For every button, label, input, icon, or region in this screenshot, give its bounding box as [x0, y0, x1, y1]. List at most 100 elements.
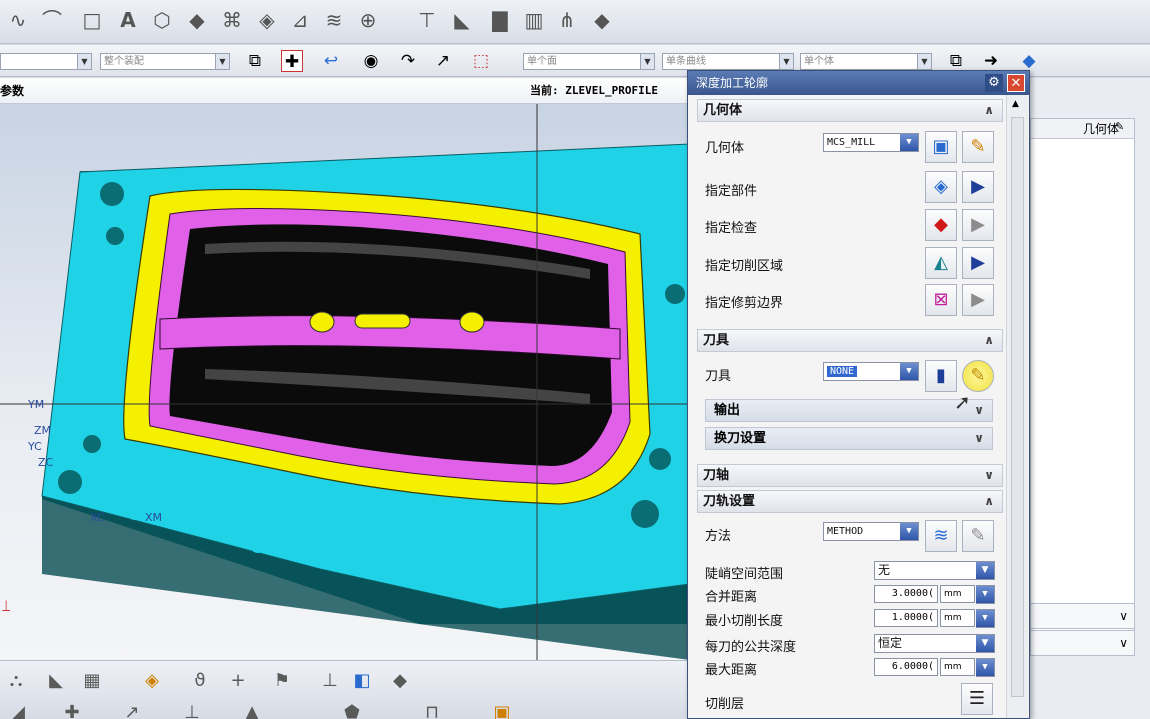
merge-distance-dropdown[interactable]: ▼ — [976, 585, 995, 604]
settings-gear-icon[interactable]: ⚙ — [985, 74, 1003, 92]
navigator-panel-expand[interactable]: ∨ — [1030, 603, 1135, 629]
cutter-icon[interactable]: ◣ — [44, 669, 68, 693]
geometry-section-header[interactable]: 几何体 ∧ — [697, 99, 1003, 122]
common-depth-select[interactable]: 恒定 ▼ — [874, 634, 995, 653]
merge-distance-unit[interactable]: mm — [940, 585, 975, 603]
cursor-icon[interactable]: ↗ — [120, 701, 144, 719]
tag-icon[interactable]: ◣ — [450, 8, 474, 32]
tool-axis-section-header[interactable]: 刀轴 ∨ — [697, 464, 1003, 487]
cut-levels-icon[interactable]: ☰ — [961, 683, 993, 715]
post-icon[interactable]: ⊥ — [318, 669, 342, 693]
tool-section-header[interactable]: 刀具 ∧ — [697, 329, 1003, 352]
move-icon[interactable]: ◈ — [255, 8, 279, 32]
spline-icon[interactable]: ∿ — [6, 8, 30, 32]
edit-wrench-icon[interactable]: ✎ — [962, 131, 994, 163]
undo-icon[interactable]: ↩ — [320, 50, 342, 72]
link-icon[interactable]: ϑ — [188, 669, 212, 693]
new-tool-icon[interactable]: ▮ — [925, 360, 957, 392]
snap-icon[interactable]: ⧉ — [244, 50, 266, 72]
collapse-chevron-icon-2[interactable]: ∧ — [984, 330, 994, 351]
arc-icon[interactable]: ⌒ — [40, 8, 64, 32]
pin-icon[interactable]: ▲ — [240, 701, 264, 719]
curve-rule-combo[interactable]: 单条曲线 ▼ — [662, 53, 794, 70]
select-filter-icon[interactable]: ⧉ — [945, 50, 967, 72]
move-tool-icon[interactable]: ◢ — [6, 701, 30, 719]
operation-icon[interactable]: ⛬ — [4, 669, 28, 693]
lathe-icon[interactable]: ⊕ — [356, 8, 380, 32]
sketch-icon[interactable]: ◆ — [185, 8, 209, 32]
min-cut-length-dropdown[interactable]: ▼ — [976, 609, 995, 628]
face-rule-combo[interactable]: 单个面 ▼ — [523, 53, 655, 70]
part-geometry-icon[interactable]: ◈ — [925, 171, 957, 203]
graph-icon[interactable]: ⋔ — [555, 8, 579, 32]
close-icon[interactable]: ✕ — [1007, 74, 1025, 92]
tool-select[interactable]: NONE ▼ — [823, 362, 919, 381]
new-geometry-icon[interactable]: ▣ — [925, 131, 957, 163]
measure-icon[interactable]: ⊤ — [415, 8, 439, 32]
output-subsection[interactable]: 输出 ∨ — [705, 399, 993, 422]
merge-distance-input[interactable]: 3.0000( — [874, 585, 938, 603]
tool-icon[interactable]: ⊓ — [420, 701, 444, 719]
geometry-select[interactable]: MCS_MILL ▼ — [823, 133, 919, 152]
verify-icon[interactable]: ◈ — [140, 669, 164, 693]
max-distance-input[interactable]: 6.0000( — [874, 658, 938, 676]
shade-icon[interactable]: ◆ — [590, 8, 614, 32]
new-method-icon[interactable]: ≋ — [925, 520, 957, 552]
extend-icon[interactable]: ≋ — [322, 8, 346, 32]
region-icon[interactable]: ⬡ — [150, 8, 174, 32]
expand-chevron-icon-2[interactable]: ∨ — [974, 428, 984, 449]
block-icon[interactable]: ▇ — [488, 8, 512, 32]
filter-combo[interactable]: ▼ — [0, 53, 92, 70]
arrow-right-icon[interactable]: ➜ — [980, 50, 1002, 72]
pattern-icon[interactable]: ⌘ — [220, 8, 244, 32]
report-icon[interactable]: ◆ — [388, 669, 412, 693]
body-rule-combo[interactable]: 单个体 ▼ — [800, 53, 932, 70]
dialog-scrollbar[interactable]: ▲ — [1006, 95, 1028, 718]
flashlight-disabled-icon-2[interactable]: ▶ — [962, 284, 994, 316]
check-geometry-icon[interactable]: ◆ — [925, 209, 957, 241]
collapse-chevron-icon[interactable]: ∧ — [984, 100, 994, 121]
graphics-viewport[interactable]: YM ZM YC ZC XC XM ⟘ — [0, 104, 700, 660]
machine-icon[interactable]: ▦ — [80, 669, 104, 693]
edge-rule-icon[interactable]: ↗ — [432, 50, 454, 72]
cut-area-icon[interactable]: ◭ — [925, 247, 957, 279]
text-icon[interactable]: A — [116, 8, 140, 32]
box-icon[interactable]: ▣ — [490, 701, 514, 719]
pin-small-icon[interactable]: ✎ — [1115, 120, 1124, 133]
expand-chevron-icon-3[interactable]: ∨ — [984, 465, 994, 486]
point-snap-icon[interactable]: ✚ — [281, 50, 303, 72]
window-select-icon[interactable]: ⬚ — [470, 50, 492, 72]
steep-range-select[interactable]: 无 ▼ — [874, 561, 995, 580]
flashlight-disabled-icon[interactable]: ▶ — [962, 209, 994, 241]
max-distance-unit[interactable]: mm — [940, 658, 975, 676]
flag-icon[interactable]: ⚑ — [270, 669, 294, 693]
expand-chevron-icon[interactable]: ∨ — [974, 400, 984, 421]
min-cut-length-input[interactable]: 1.0000( — [874, 609, 938, 627]
navigator-table[interactable]: 几何体 — [1030, 118, 1135, 638]
curve-rule-icon[interactable]: ↷ — [397, 50, 419, 72]
dialog-title-bar[interactable]: 深度加工轮廓 ⚙ ✕ — [688, 71, 1029, 95]
edit-tool-icon[interactable]: ✎ — [962, 360, 994, 392]
max-distance-dropdown[interactable]: ▼ — [976, 658, 995, 677]
shape-icon[interactable]: ⬟ — [340, 701, 364, 719]
scroll-thumb[interactable] — [1011, 117, 1024, 697]
flashlight-icon-2[interactable]: ▶ — [962, 247, 994, 279]
scroll-up-icon[interactable]: ▲ — [1012, 99, 1019, 109]
rectangle-icon[interactable]: □ — [80, 8, 104, 32]
cube-view-icon[interactable]: ◆ — [1018, 50, 1040, 72]
trim-icon[interactable]: ⊿ — [288, 8, 312, 32]
edit-method-icon[interactable]: ✎ — [962, 520, 994, 552]
trim-boundary-icon[interactable]: ⊠ — [925, 284, 957, 316]
navigator-panel-expand-2[interactable]: ∨ — [1030, 630, 1135, 656]
book-icon[interactable]: ▥ — [522, 8, 546, 32]
plus-icon[interactable]: + — [226, 669, 250, 693]
tool-change-subsection[interactable]: 换刀设置 ∨ — [705, 427, 993, 450]
min-cut-length-unit[interactable]: mm — [940, 609, 975, 627]
path-settings-section-header[interactable]: 刀轨设置 ∧ — [697, 490, 1003, 513]
face-select-icon[interactable]: ◉ — [360, 50, 382, 72]
flashlight-icon[interactable]: ▶ — [962, 171, 994, 203]
assembly-scope-combo[interactable]: 整个装配 ▼ — [100, 53, 230, 70]
method-select[interactable]: METHOD ▼ — [823, 522, 919, 541]
axis-icon[interactable]: ⊥ — [180, 701, 204, 719]
add-icon[interactable]: ✚ — [60, 701, 84, 719]
